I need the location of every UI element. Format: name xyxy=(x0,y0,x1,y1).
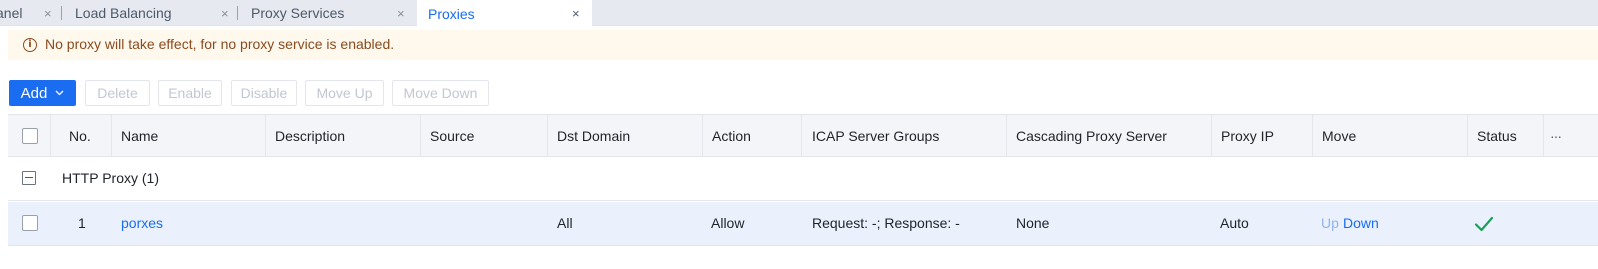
column-divider xyxy=(420,115,421,156)
info-icon: i xyxy=(23,38,37,52)
move-down-button[interactable]: Move Down xyxy=(392,80,489,106)
collapse-icon[interactable] xyxy=(22,171,36,185)
tab-label: Proxies xyxy=(428,5,475,22)
warning-alert: i No proxy will take effect, for no prox… xyxy=(8,30,1598,60)
close-icon[interactable]: × xyxy=(572,6,580,21)
row-checkbox[interactable] xyxy=(22,215,38,231)
column-header-no[interactable]: No. xyxy=(69,115,91,156)
move-up-link[interactable]: Up xyxy=(1321,215,1339,231)
disable-button[interactable]: Disable xyxy=(231,80,297,106)
column-header-source[interactable]: Source xyxy=(430,115,474,156)
enable-button[interactable]: Enable xyxy=(158,80,222,106)
add-button[interactable]: Add xyxy=(9,80,76,106)
group-row-http-proxy[interactable]: HTTP Proxy (1) xyxy=(8,157,1598,201)
close-icon[interactable]: × xyxy=(44,6,52,21)
column-header-description[interactable]: Description xyxy=(275,115,345,156)
cell-proxy-ip: Auto xyxy=(1220,215,1249,231)
column-header-cascading-proxy-server[interactable]: Cascading Proxy Server xyxy=(1016,115,1167,156)
column-divider xyxy=(1006,115,1007,156)
column-header-proxy-ip[interactable]: Proxy IP xyxy=(1221,115,1274,156)
column-header-dst-domain[interactable]: Dst Domain xyxy=(557,115,630,156)
table-row[interactable]: 1 porxes All Allow Request: -; Response:… xyxy=(8,202,1598,246)
select-all-checkbox[interactable] xyxy=(22,128,38,144)
cell-cascading-proxy-server: None xyxy=(1016,215,1050,231)
tab-label: anel xyxy=(0,5,23,21)
column-header-icap-server-groups[interactable]: ICAP Server Groups xyxy=(812,115,939,156)
chevron-down-icon xyxy=(55,88,64,99)
move-down-link[interactable]: Down xyxy=(1343,215,1379,231)
column-header-name[interactable]: Name xyxy=(121,115,158,156)
tab-label: Load Balancing xyxy=(75,5,172,21)
cell-dst-domain: All xyxy=(557,215,573,231)
column-divider xyxy=(1467,115,1468,156)
tab-panel[interactable]: anel × xyxy=(0,0,60,26)
proxy-name-link[interactable]: porxes xyxy=(121,215,163,231)
status-enabled-check-icon xyxy=(1474,216,1494,232)
column-header-status[interactable]: Status xyxy=(1477,115,1517,156)
column-header-action[interactable]: Action xyxy=(712,115,751,156)
column-divider xyxy=(50,115,51,156)
column-divider xyxy=(111,115,112,156)
tab-load-balancing[interactable]: Load Balancing × xyxy=(62,0,236,26)
delete-button[interactable]: Delete xyxy=(85,80,150,106)
column-settings-more-icon[interactable]: ··· xyxy=(1550,115,1562,156)
column-divider xyxy=(702,115,703,156)
alert-message: No proxy will take effect, for no proxy … xyxy=(45,36,395,52)
column-divider xyxy=(1543,115,1544,156)
column-divider xyxy=(547,115,548,156)
column-divider xyxy=(265,115,266,156)
cell-no: 1 xyxy=(78,215,86,231)
close-icon[interactable]: × xyxy=(221,6,229,21)
cell-icap-server-groups: Request: -; Response: - xyxy=(812,215,960,231)
column-divider xyxy=(1312,115,1313,156)
cell-action: Allow xyxy=(711,215,745,231)
column-header-move[interactable]: Move xyxy=(1322,115,1356,156)
tab-proxies[interactable]: Proxies × xyxy=(417,0,592,27)
column-divider xyxy=(801,115,802,156)
tab-bar: anel × Load Balancing × Proxy Services ×… xyxy=(0,0,1598,27)
add-button-label: Add xyxy=(20,84,48,102)
table-header: No. Name Description Source Dst Domain A… xyxy=(8,114,1598,157)
move-up-button[interactable]: Move Up xyxy=(305,80,384,106)
close-icon[interactable]: × xyxy=(397,6,405,21)
column-divider xyxy=(1211,115,1212,156)
group-label: HTTP Proxy (1) xyxy=(62,170,159,186)
tab-label: Proxy Services xyxy=(251,5,345,21)
tab-proxy-services[interactable]: Proxy Services × xyxy=(238,0,416,26)
